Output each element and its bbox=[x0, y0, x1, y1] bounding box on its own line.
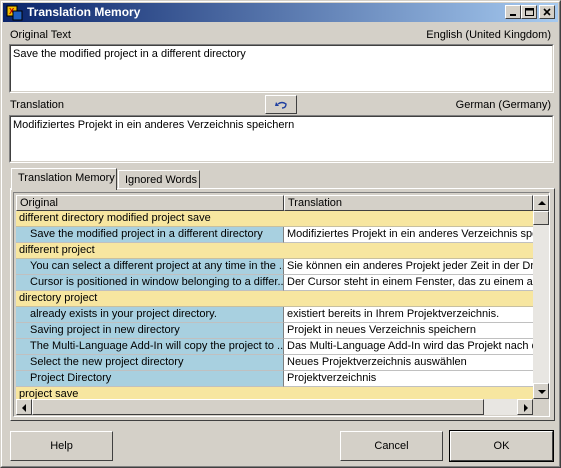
group-row-keywords: different directory modified project sav… bbox=[19, 212, 211, 224]
column-header-translation-label: Translation bbox=[288, 197, 343, 209]
translation-cell-text: existiert bereits in Ihrem Projektverzei… bbox=[287, 308, 500, 320]
table-row[interactable]: The Multi-Language Add-In will copy the … bbox=[16, 339, 533, 355]
original-text-value: Save the modified project in a different… bbox=[13, 48, 246, 60]
original-cell: Project Directory bbox=[16, 371, 284, 387]
table-row[interactable]: already exists in your project directory… bbox=[16, 307, 533, 323]
original-cell-text: Saving project in new directory bbox=[30, 324, 180, 336]
original-text-label: Original Text bbox=[10, 29, 71, 41]
table-row[interactable]: Save the modified project in a different… bbox=[16, 227, 533, 243]
app-icon: X bbox=[6, 4, 23, 21]
original-cell-text: You can select a different project at an… bbox=[30, 260, 284, 272]
vertical-scrollbar[interactable] bbox=[533, 195, 549, 399]
vertical-scroll-thumb[interactable] bbox=[533, 211, 549, 225]
original-cell: Cursor is positioned in window belonging… bbox=[16, 275, 284, 291]
scroll-up-button[interactable] bbox=[533, 195, 549, 211]
maximize-button[interactable] bbox=[521, 5, 537, 19]
translation-memory-window: X Translation Memory Original Text Engli… bbox=[0, 0, 561, 468]
tab-translation-memory-label: Translation Memory bbox=[18, 172, 115, 184]
translation-cell: Neues Projektverzeichnis auswählen bbox=[284, 355, 533, 371]
translation-text-value: Modifiziertes Projekt in ein anderes Ver… bbox=[13, 119, 295, 131]
swap-button[interactable] bbox=[265, 95, 297, 114]
column-header-original-label: Original bbox=[20, 197, 58, 209]
translation-label: Translation bbox=[10, 99, 65, 111]
original-cell: You can select a different project at an… bbox=[16, 259, 284, 275]
maximize-icon bbox=[525, 8, 534, 16]
table-row[interactable]: Select the new project directory Neues Pr… bbox=[16, 355, 533, 371]
group-row[interactable]: different directory modified project sav… bbox=[16, 211, 533, 227]
window-title: Translation Memory bbox=[27, 5, 141, 19]
original-cell: Select the new project directory bbox=[16, 355, 284, 371]
translation-memory-grid: Original Translation different directory… bbox=[13, 192, 550, 417]
help-button[interactable]: Help bbox=[10, 431, 113, 461]
table-row[interactable]: You can select a different project at an… bbox=[16, 259, 533, 275]
translation-cell: Projekt in neues Verzeichnis speichern bbox=[284, 323, 533, 339]
original-cell-text: Save the modified project in a different… bbox=[30, 228, 263, 240]
group-row-keywords: directory project bbox=[19, 292, 98, 304]
original-cell-text: already exists in your project directory… bbox=[30, 308, 217, 320]
translation-cell: Modifiziertes Projekt in ein anderes Ver… bbox=[284, 227, 533, 243]
column-header-original[interactable]: Original bbox=[16, 195, 284, 211]
original-cell: Saving project in new directory bbox=[16, 323, 284, 339]
translation-cell-text: Sie können ein anderes Projekt jeder Zei… bbox=[287, 260, 533, 272]
target-language-label: German (Germany) bbox=[455, 99, 551, 111]
cancel-button-label: Cancel bbox=[374, 440, 409, 452]
translation-cell-text: Das Multi-Language Add-In wird das Proje… bbox=[287, 340, 533, 352]
cancel-button[interactable]: Cancel bbox=[340, 431, 443, 461]
close-button[interactable] bbox=[539, 5, 555, 19]
scroll-right-button[interactable] bbox=[517, 399, 533, 415]
original-cell-text: Select the new project directory bbox=[30, 356, 184, 368]
table-row[interactable]: Cursor is positioned in window belonging… bbox=[16, 275, 533, 291]
scroll-left-button[interactable] bbox=[16, 399, 32, 415]
translation-cell-text: Projekt in neues Verzeichnis speichern bbox=[287, 324, 476, 336]
tab-translation-memory[interactable]: Translation Memory bbox=[11, 168, 117, 190]
original-text-field[interactable]: Save the modified project in a different… bbox=[9, 44, 554, 93]
minimize-button[interactable] bbox=[505, 5, 521, 19]
original-cell: already exists in your project directory… bbox=[16, 307, 284, 323]
group-row[interactable]: different project bbox=[16, 243, 533, 259]
column-header-translation[interactable]: Translation bbox=[284, 195, 533, 211]
scrollbar-corner bbox=[533, 399, 549, 415]
group-row-keywords: project save bbox=[19, 388, 79, 399]
original-cell: The Multi-Language Add-In will copy the … bbox=[16, 339, 284, 355]
translation-cell: Das Multi-Language Add-In wird das Proje… bbox=[284, 339, 533, 355]
translation-cell: Der Cursor steht in einem Fenster, das z… bbox=[284, 275, 533, 291]
arrow-left-icon bbox=[22, 404, 26, 412]
translation-cell-text: Projektverzeichnis bbox=[287, 372, 377, 384]
translation-cell-text: Modifiziertes Projekt in ein anderes Ver… bbox=[287, 228, 533, 240]
original-cell-text: The Multi-Language Add-In will copy the … bbox=[30, 340, 284, 352]
help-button-label: Help bbox=[50, 440, 73, 452]
ok-button-label: OK bbox=[493, 440, 510, 452]
group-row[interactable]: directory project bbox=[16, 291, 533, 307]
translation-cell-text: Der Cursor steht in einem Fenster, das z… bbox=[287, 276, 533, 288]
original-cell-text: Cursor is positioned in window belonging… bbox=[30, 276, 284, 288]
undo-arrow-icon bbox=[275, 101, 287, 109]
translation-cell: existiert bereits in Ihrem Projektverzei… bbox=[284, 307, 533, 323]
title-bar[interactable]: X Translation Memory bbox=[3, 3, 558, 22]
close-icon bbox=[543, 8, 551, 16]
group-row[interactable]: project save bbox=[16, 387, 533, 399]
tab-ignored-words[interactable]: Ignored Words bbox=[118, 170, 200, 190]
source-language-label: English (United Kingdom) bbox=[426, 29, 551, 41]
scroll-down-button[interactable] bbox=[533, 383, 549, 399]
arrow-right-icon bbox=[524, 404, 528, 412]
translation-cell: Projektverzeichnis bbox=[284, 371, 533, 387]
horizontal-scroll-thumb[interactable] bbox=[32, 399, 484, 415]
translation-text-field[interactable]: Modifiziertes Projekt in ein anderes Ver… bbox=[9, 115, 554, 163]
translation-cell: Sie können ein anderes Projekt jeder Zei… bbox=[284, 259, 533, 275]
translation-cell-text: Neues Projektverzeichnis auswählen bbox=[287, 356, 467, 368]
arrow-down-icon bbox=[538, 390, 546, 394]
grid-body[interactable]: Original Translation different directory… bbox=[16, 195, 533, 399]
group-row-keywords: different project bbox=[19, 244, 95, 256]
horizontal-scrollbar[interactable] bbox=[16, 399, 533, 415]
table-row[interactable]: Saving project in new directory Projekt i… bbox=[16, 323, 533, 339]
arrow-up-icon bbox=[538, 201, 546, 205]
ok-button[interactable]: OK bbox=[449, 430, 554, 462]
minimize-icon bbox=[510, 14, 516, 16]
table-row[interactable]: Project Directory Projektverzeichnis bbox=[16, 371, 533, 387]
original-cell: Save the modified project in a different… bbox=[16, 227, 284, 243]
tab-ignored-words-label: Ignored Words bbox=[125, 174, 197, 186]
original-cell-text: Project Directory bbox=[30, 372, 112, 384]
